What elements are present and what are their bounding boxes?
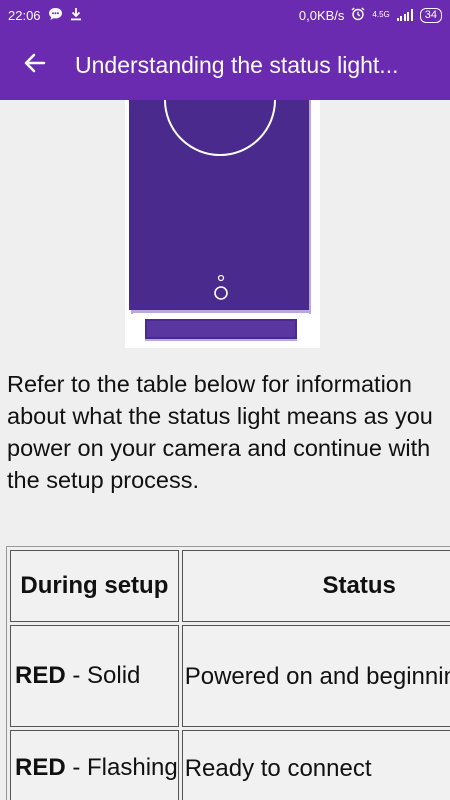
intro-paragraph: Refer to the table below for information…: [7, 371, 433, 493]
network-type-label: 4.5G: [372, 10, 390, 19]
status-bar-right: 0,0KB/s 4.5G 34: [298, 6, 442, 24]
status-bar: 22:06 0,0KB/s 4.5G 34: [0, 0, 450, 30]
light-mode: - Flashing: [65, 754, 178, 781]
battery-level: 34: [424, 9, 437, 21]
back-button[interactable]: [0, 30, 70, 100]
network-speed: 0,0KB/s: [298, 7, 345, 23]
network-type: 4.5G: [372, 11, 389, 19]
light-mode: - Solid: [65, 662, 141, 689]
battery-icon: 34: [419, 7, 442, 23]
table-header-row: During setup Status: [10, 550, 450, 622]
table-row: RED - Solid Powered on and beginning set…: [10, 625, 450, 727]
page-title: Understanding the status light...: [75, 51, 399, 78]
status-table: During setup Status RED - Solid Powered …: [6, 546, 450, 800]
table-cell-light: RED - Solid: [10, 625, 179, 727]
download-icon: [70, 7, 82, 24]
status-bar-left: 22:06: [8, 7, 82, 24]
app-bar: Understanding the status light...: [0, 30, 450, 100]
table-cell-light: RED - Flashing: [10, 730, 179, 800]
table-cell-status: Powered on and beginning setup: [181, 625, 450, 727]
alarm-icon: [351, 6, 365, 24]
column-header-status: Status: [181, 550, 450, 622]
signal-icon: [396, 9, 413, 21]
status-time: 22:06: [8, 7, 41, 23]
table-cell-status: Ready to connect: [181, 730, 450, 800]
light-color: RED: [15, 662, 66, 689]
column-header-during-setup: During setup: [10, 550, 179, 622]
article-content: Refer to the table below for information…: [0, 100, 450, 800]
chat-notification-icon: [48, 7, 63, 24]
table-row: RED - Flashing Ready to connect: [10, 730, 450, 800]
camera-illustration: [125, 100, 320, 348]
light-color: RED: [15, 754, 66, 781]
arrow-left-icon: [23, 51, 47, 80]
